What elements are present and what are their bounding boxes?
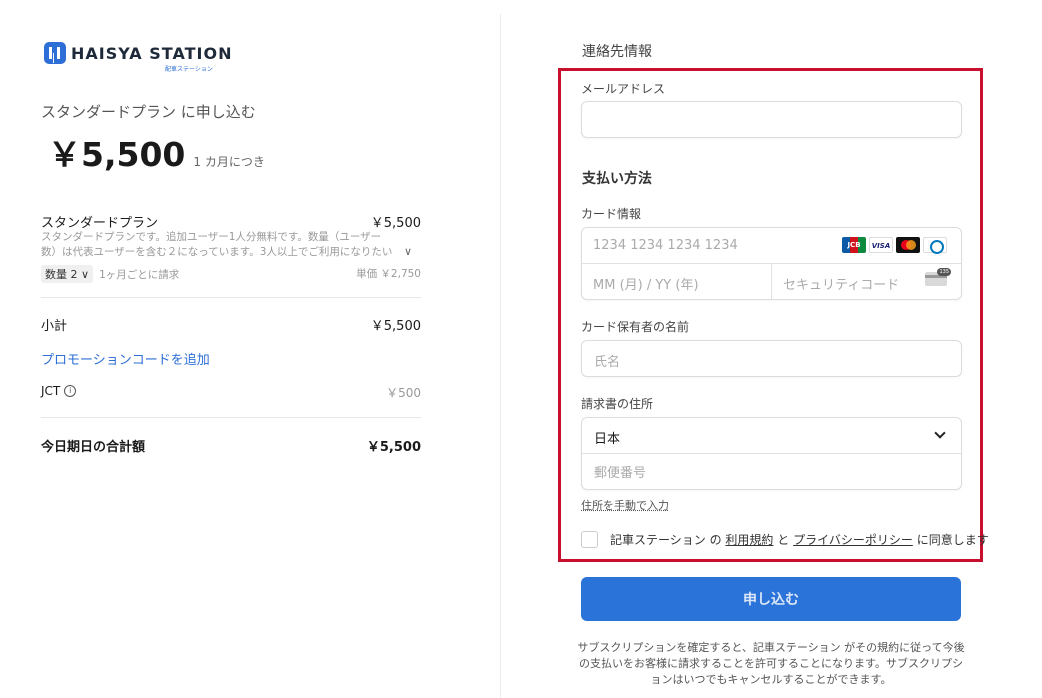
terms-link[interactable]: 利用規約 — [725, 533, 773, 547]
terms-checkbox[interactable] — [581, 531, 598, 548]
privacy-policy-link[interactable]: プライバシーポリシー — [793, 533, 913, 547]
divider — [41, 297, 421, 298]
line-item-price: ￥5,500 — [370, 216, 421, 231]
subscription-footnote: サブスクリプションを確定すると、記車ステーション がその規約に従って今後の支払い… — [577, 641, 965, 686]
country-select[interactable]: 日本 — [594, 428, 620, 447]
cvc-card-icon — [925, 268, 951, 286]
postal-code-input[interactable]: 郵便番号 — [594, 462, 646, 481]
card-number-input[interactable]: 1234 1234 1234 1234 — [593, 238, 738, 253]
agree-prefix: 記車ステーション の — [610, 533, 722, 547]
unit-price: 単価 ￥2,750 — [356, 268, 421, 280]
order-summary-panel: HAISYA STATION 配車ステーション スタンダードプラン に申し込む … — [0, 0, 500, 698]
security-code-input[interactable]: セキュリティコード — [783, 274, 899, 293]
diners-icon — [923, 237, 947, 254]
terms-agreement-text: 記車ステーション の 利用規約 と プライバシーポリシー に同意します — [610, 531, 989, 548]
contact-info-heading: 連絡先情報 — [582, 44, 652, 60]
divider — [582, 453, 961, 454]
panel-divider — [500, 14, 501, 698]
expand-description-chevron-icon[interactable]: ∨ — [404, 245, 412, 258]
tax-row: JCT i — [41, 384, 77, 398]
total-value: ￥5,500 — [366, 440, 421, 455]
brand-name: HAISYA STATION — [71, 43, 233, 63]
email-label: メールアドレス — [581, 82, 666, 96]
add-promo-code-link[interactable]: プロモーションコードを追加 — [41, 349, 210, 368]
card-info-label: カード情報 — [581, 207, 642, 221]
divider — [771, 264, 772, 300]
price-row: ￥5,500 1 カ月につき — [48, 128, 265, 176]
line-item-name: スタンダードプラン — [41, 216, 159, 231]
subtotal-label: 小計 — [41, 319, 68, 334]
divider — [41, 417, 421, 418]
brand-logo: HAISYA STATION — [44, 42, 232, 64]
line-item-description: スタンダードプランです。追加ユーザー1人分無料です。数量（ユーザー数）は代表ユー… — [41, 231, 393, 258]
visa-icon: VISA — [869, 237, 893, 253]
billing-address-label: 請求書の住所 — [581, 397, 654, 411]
tax-value: ￥500 — [386, 386, 421, 400]
billing-period: 1 カ月につき — [193, 155, 265, 169]
agree-and: と — [777, 533, 790, 547]
tax-label: JCT — [41, 384, 61, 398]
brand-subtitle: 配車ステーション — [165, 66, 213, 73]
plan-title: スタンダードプラン に申し込む — [41, 103, 256, 121]
card-brand-icons: JCB VISA — [842, 237, 947, 254]
agree-suffix: に同意します — [916, 533, 989, 547]
cardholder-name-field[interactable]: 氏名 — [581, 340, 962, 377]
plan-price: ￥5,500 — [48, 135, 186, 174]
total-label: 今日期日の合計額 — [41, 440, 146, 455]
info-icon[interactable]: i — [64, 385, 77, 397]
cardholder-label: カード保有者の名前 — [581, 320, 690, 334]
billing-note: 1ヶ月ごとに請求 — [99, 268, 180, 281]
subtotal-value: ￥5,500 — [370, 319, 421, 334]
subscribe-button[interactable]: 申し込む — [581, 577, 961, 621]
manual-address-link[interactable]: 住所を手動で入力 — [581, 497, 669, 513]
jcb-icon: JCB — [842, 237, 866, 253]
quantity-selector[interactable]: 数量 2 ∨ — [41, 265, 94, 283]
expiry-input[interactable]: MM (月) / YY (年) — [593, 274, 699, 293]
cardholder-placeholder: 氏名 — [594, 355, 621, 370]
email-field[interactable] — [581, 101, 962, 138]
logo-icon — [44, 42, 66, 64]
mastercard-icon — [896, 237, 920, 253]
payment-method-heading: 支払い方法 — [582, 171, 652, 187]
quantity-row: 数量 2 ∨ 1ヶ月ごとに請求 — [41, 265, 179, 283]
